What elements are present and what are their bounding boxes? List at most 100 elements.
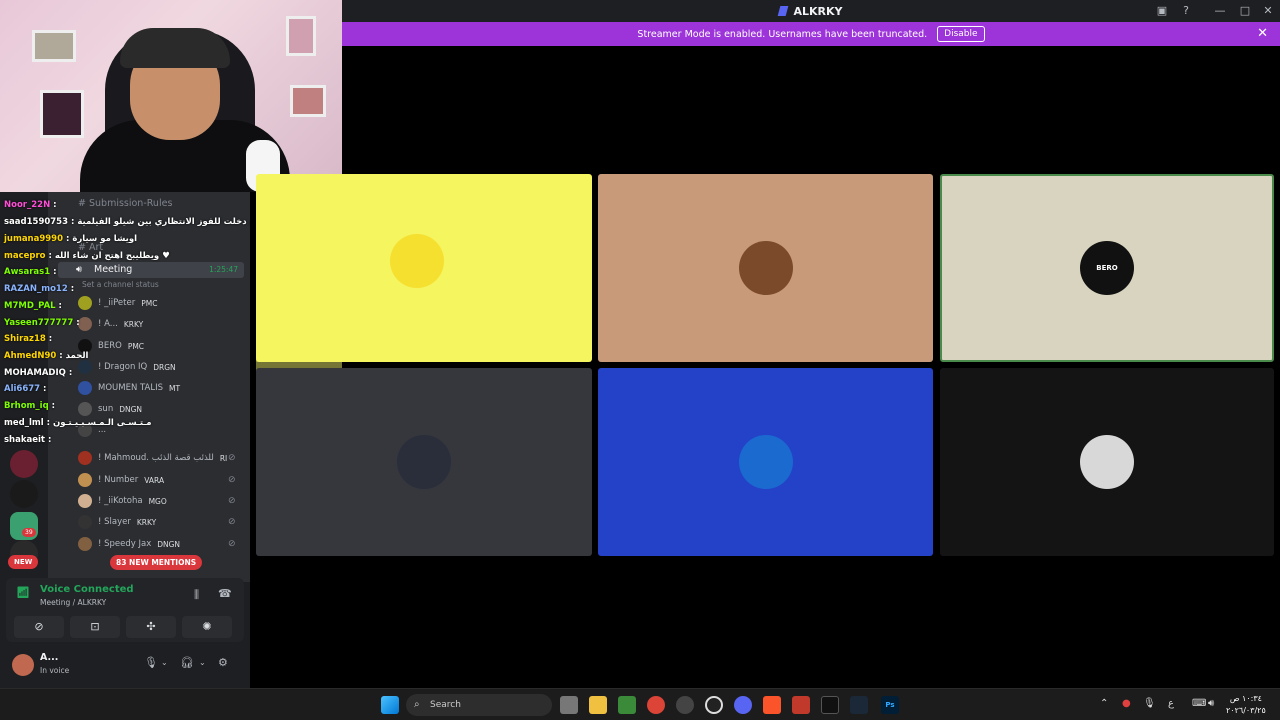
- streamer-bandana: [120, 28, 230, 68]
- participant-tile[interactable]: [940, 368, 1274, 556]
- server-badge: 39: [22, 528, 36, 537]
- member-row[interactable]: ! Number VARA ⊘: [78, 470, 236, 490]
- server-icon[interactable]: [10, 450, 38, 478]
- chat-username: saad1590753: [4, 217, 69, 227]
- settings-icon[interactable]: [705, 696, 723, 714]
- channel-submission-rules[interactable]: # Submission-Rules: [78, 198, 172, 209]
- chat-message: saad1590753 : الي دخلت للفوز الانتظاري ب…: [4, 217, 250, 227]
- gear-icon[interactable]: ⚙: [218, 656, 228, 669]
- member-row[interactable]: ! A... KRKY: [78, 314, 143, 334]
- disable-button[interactable]: Disable: [937, 26, 985, 42]
- soundboard-button[interactable]: ✺: [182, 616, 232, 638]
- close-icon[interactable]: ✕: [1257, 26, 1268, 41]
- voice-location[interactable]: Meeting / ALKRKY: [40, 598, 106, 607]
- participant-tile[interactable]: [598, 174, 933, 362]
- new-badge[interactable]: NEW: [8, 555, 39, 569]
- chat-separator: :: [73, 318, 80, 328]
- chat-message: Yaseen777777 :: [4, 318, 80, 328]
- discord-icon[interactable]: [734, 696, 752, 714]
- member-row[interactable]: ! _iiKotoha MGO ⊘: [78, 491, 236, 511]
- search-input[interactable]: ⌕ Search: [406, 694, 552, 716]
- chat-username: Shiraz18: [4, 334, 46, 344]
- member-tag: RI: [219, 453, 228, 463]
- microphone-icon[interactable]: 🎙︎: [144, 656, 158, 669]
- voice-status: Voice Connected: [40, 584, 134, 595]
- language-indicator[interactable]: ع: [1168, 698, 1174, 709]
- member-row[interactable]: ! Dragon IQ DRGN: [78, 357, 176, 377]
- network-icon[interactable]: ⌨︎: [1192, 698, 1206, 709]
- member-row[interactable]: ! _iiPeter PMC: [78, 293, 157, 313]
- participant-tile[interactable]: [256, 368, 592, 556]
- user-name: A...: [40, 652, 59, 663]
- chat-message: macepro : ويطليبح اهتح ان شاء الله ♥: [4, 251, 170, 261]
- microphone-icon[interactable]: 🎙︎: [1143, 698, 1156, 709]
- steam-icon[interactable]: [850, 696, 868, 714]
- maximize-button[interactable]: □: [1237, 3, 1253, 19]
- member-row[interactable]: ! Mahmoud. للذئب قصة الذئب RI ⊘: [78, 448, 236, 468]
- screen-share-button[interactable]: ⊡: [70, 616, 120, 638]
- app-icon[interactable]: [792, 696, 810, 714]
- store-icon[interactable]: [618, 696, 636, 714]
- wall-frame: [32, 30, 76, 62]
- member-tag: VARA: [144, 475, 165, 485]
- obs-icon[interactable]: [676, 696, 694, 714]
- chat-separator: :: [43, 418, 53, 428]
- participant-tile[interactable]: BERO: [940, 174, 1274, 362]
- avatar[interactable]: [12, 654, 34, 676]
- camera-off-button[interactable]: ⊘: [14, 616, 64, 638]
- channel-meeting[interactable]: 🔊︎ Meeting 1:25:47: [58, 262, 244, 278]
- headphones-icon[interactable]: 🎧︎: [180, 656, 194, 669]
- member-row[interactable]: ! Slayer KRKY ⊘: [78, 512, 236, 532]
- discord-sidebar: 39 # Submission-Rules # Art 🔊︎ Meeting 1…: [0, 192, 250, 688]
- channel-status[interactable]: Set a channel status: [82, 280, 159, 289]
- avatar: BERO: [1080, 241, 1134, 295]
- member-tag: PMC: [141, 298, 158, 308]
- tray-app-icon[interactable]: ●: [1122, 698, 1131, 709]
- voice-panel: 📶︎ Voice Connected Meeting / ALKRKY ⫼ ☎ …: [6, 578, 244, 642]
- noise-suppression-icon[interactable]: ⫼: [194, 588, 199, 602]
- close-window-button[interactable]: ✕: [1260, 3, 1276, 19]
- server-icon[interactable]: [10, 480, 38, 508]
- chat-message: MOHAMADIQ :: [4, 368, 72, 378]
- clock[interactable]: ١٠:٣٤ ص ٢٠٢٦/٠٣/٢٥: [1226, 693, 1266, 717]
- chevron-down-icon[interactable]: ⌄: [199, 658, 206, 667]
- chevron-down-icon[interactable]: ⌄: [161, 658, 168, 667]
- help-icon[interactable]: ?: [1178, 3, 1194, 19]
- minimize-button[interactable]: —: [1212, 3, 1228, 19]
- member-row[interactable]: ! Speedy Jax DNGN ⊘: [78, 534, 236, 554]
- avatar: [397, 435, 451, 489]
- chrome-icon[interactable]: [647, 696, 665, 714]
- member-row[interactable]: sun DNGN: [78, 399, 142, 419]
- start-icon[interactable]: [381, 696, 399, 714]
- member-name: BERO: [98, 341, 122, 351]
- chat-separator: :: [56, 351, 66, 361]
- member-tag: DNGN: [157, 539, 181, 549]
- file-explorer-icon[interactable]: [589, 696, 607, 714]
- participant-tile[interactable]: [598, 368, 933, 556]
- member-row[interactable]: MOUMEN TALIS MT: [78, 378, 180, 398]
- member-tag: KRKY: [123, 319, 144, 329]
- chat-message: shakaeit :: [4, 435, 51, 445]
- disconnect-icon[interactable]: ☎: [218, 587, 232, 600]
- chat-message: med_lml : مـتـسـى الـمـسـبـيـتـون: [4, 418, 152, 428]
- activities-button[interactable]: ✣: [126, 616, 176, 638]
- chevron-up-icon[interactable]: ⌃: [1100, 698, 1108, 709]
- participant-tile[interactable]: [256, 174, 592, 362]
- wall-frame: [286, 16, 316, 56]
- member-name: ! Dragon IQ: [98, 362, 148, 372]
- chat-username: macepro: [4, 251, 46, 261]
- chat-message: Shiraz18 :: [4, 334, 52, 344]
- avatar: [78, 537, 92, 551]
- inbox-icon[interactable]: ▣: [1154, 3, 1170, 19]
- capcut-icon[interactable]: [821, 696, 839, 714]
- chat-message: Noor_22N :: [4, 200, 57, 210]
- task-view-icon[interactable]: [560, 696, 578, 714]
- photoshop-icon[interactable]: Ps: [881, 696, 899, 714]
- chat-username: Brhom_iq: [4, 401, 49, 411]
- chat-username: shakaeit: [4, 435, 45, 445]
- brave-icon[interactable]: [763, 696, 781, 714]
- chat-username: Yaseen777777: [4, 318, 74, 328]
- avatar: [738, 241, 793, 295]
- new-mentions-badge[interactable]: 83 NEW MENTIONS: [110, 555, 203, 570]
- volume-icon[interactable]: 🔊︎: [1208, 698, 1214, 709]
